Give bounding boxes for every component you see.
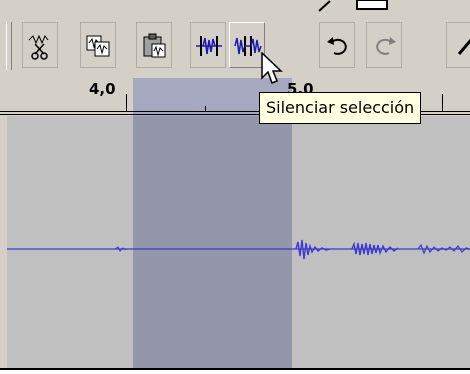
waveform bbox=[7, 239, 470, 260]
trim-icon bbox=[196, 36, 222, 56]
undo-button[interactable] bbox=[319, 22, 355, 68]
cut-button[interactable] bbox=[22, 22, 58, 68]
undo-icon bbox=[327, 37, 347, 55]
partial-slider-icon[interactable] bbox=[356, 0, 388, 12]
silence-icon bbox=[234, 36, 262, 56]
trim-button[interactable] bbox=[190, 22, 226, 68]
magnifier-icon bbox=[457, 39, 470, 55]
redo-icon bbox=[376, 37, 396, 55]
copy-icon bbox=[86, 35, 110, 57]
zoom-button[interactable] bbox=[446, 22, 470, 68]
audio-track[interactable] bbox=[0, 116, 470, 372]
toolbar-grip[interactable] bbox=[6, 22, 12, 70]
ruler-major-tick bbox=[442, 94, 443, 111]
redo-button[interactable] bbox=[366, 22, 402, 68]
silence-button[interactable] bbox=[229, 22, 265, 68]
paste-icon bbox=[143, 33, 166, 58]
mouse-pointer-icon bbox=[261, 52, 283, 84]
track-bottom-border bbox=[0, 368, 470, 374]
partial-tool-icon[interactable] bbox=[318, 0, 332, 12]
scissors-icon bbox=[28, 34, 49, 60]
top-toolbar-strip bbox=[0, 0, 470, 14]
ruler-major-tick bbox=[126, 94, 127, 111]
tooltip: Silenciar selección bbox=[259, 92, 422, 124]
copy-button[interactable] bbox=[80, 22, 116, 68]
paste-button[interactable] bbox=[136, 22, 172, 68]
edit-toolbar bbox=[0, 0, 470, 78]
ruler-label-4: 4,0 bbox=[89, 80, 116, 98]
